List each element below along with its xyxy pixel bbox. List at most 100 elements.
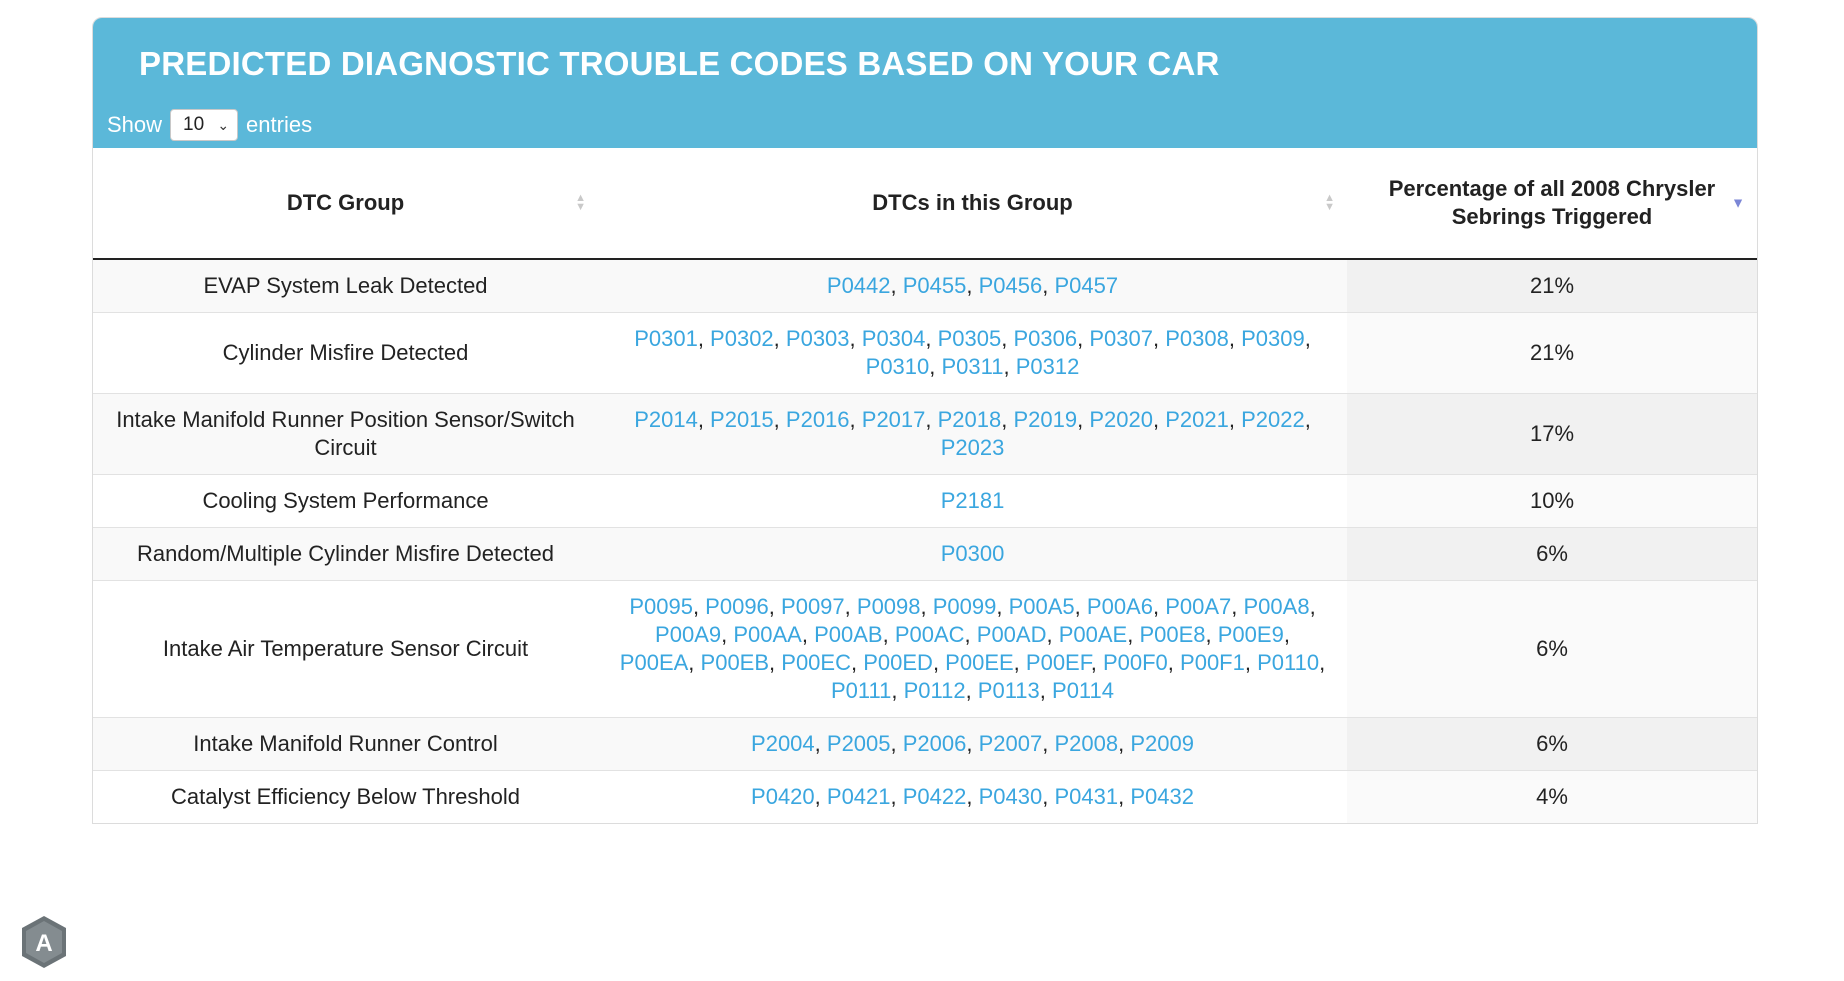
code-separator: , (1152, 594, 1166, 619)
percentage-cell: 17% (1347, 393, 1757, 475)
code-separator: , (920, 594, 933, 619)
dtc-code-link[interactable]: P00E9 (1218, 622, 1284, 647)
dtc-code-link[interactable]: P0098 (857, 594, 921, 619)
dtc-code-link[interactable]: P00EC (781, 650, 851, 675)
dtc-code-link[interactable]: P0302 (710, 326, 774, 351)
code-separator: , (966, 273, 979, 298)
column-header-dtc-group[interactable]: DTC Group ▲ ▼ (93, 148, 598, 260)
sort-both-icon: ▲ ▼ (575, 192, 586, 213)
dtc-code-link[interactable]: P00A6 (1087, 594, 1153, 619)
code-separator: , (966, 731, 979, 756)
percentage-cell: 6% (1347, 717, 1757, 771)
dtc-code-link[interactable]: P00AE (1059, 622, 1128, 647)
dtc-codes-cell: P0300 (598, 527, 1347, 581)
dtc-code-link[interactable]: P0307 (1089, 326, 1153, 351)
dtc-code-link[interactable]: P0306 (1013, 326, 1077, 351)
dtc-code-link[interactable]: P00EE (945, 650, 1014, 675)
code-separator: , (890, 784, 903, 809)
dtc-code-link[interactable]: P0432 (1130, 784, 1194, 809)
dtc-code-link[interactable]: P0300 (941, 541, 1005, 566)
dtc-code-link[interactable]: P0312 (1016, 354, 1080, 379)
dtc-code-link[interactable]: P0099 (933, 594, 997, 619)
dtc-code-link[interactable]: P2009 (1130, 731, 1194, 756)
dtc-codes-cell: P0442, P0455, P0456, P0457 (598, 258, 1347, 313)
code-separator: , (1001, 407, 1014, 432)
dtc-group-cell: Intake Manifold Runner Control (93, 717, 598, 771)
dtc-code-link[interactable]: P0112 (904, 678, 966, 703)
column-header-percentage[interactable]: Percentage of all 2008 Chrysler Sebrings… (1347, 148, 1757, 260)
column-header-dtcs[interactable]: DTCs in this Group ▲ ▼ (598, 148, 1347, 260)
code-separator: , (1003, 354, 1016, 379)
dtc-code-link[interactable]: P00A7 (1165, 594, 1231, 619)
dtc-code-link[interactable]: P2181 (941, 488, 1005, 513)
code-separator: , (697, 407, 711, 432)
dtc-code-link[interactable]: P0442 (827, 273, 891, 298)
dtc-code-link[interactable]: P00EA (620, 650, 689, 675)
dtc-code-link[interactable]: P0457 (1054, 273, 1118, 298)
dtc-code-link[interactable]: P0456 (979, 273, 1043, 298)
dtc-code-link[interactable]: P0114 (1052, 678, 1114, 703)
dtc-code-link[interactable]: P0097 (781, 594, 845, 619)
chevron-down-icon: ⌄ (217, 116, 230, 133)
dtc-code-link[interactable]: P0304 (862, 326, 926, 351)
dtc-code-link[interactable]: P00F1 (1180, 650, 1245, 675)
dtc-code-link[interactable]: P00AA (733, 622, 802, 647)
code-separator: , (890, 273, 903, 298)
dtc-code-link[interactable]: P2021 (1165, 407, 1229, 432)
dtc-code-link[interactable]: P0110 (1257, 650, 1319, 675)
dtc-code-link[interactable]: P0430 (979, 784, 1043, 809)
dtc-code-link[interactable]: P2016 (786, 407, 850, 432)
dtc-code-link[interactable]: P00A9 (655, 622, 721, 647)
dtc-code-link[interactable]: P2008 (1054, 731, 1118, 756)
dtc-code-link[interactable]: P2006 (903, 731, 967, 756)
dtc-code-link[interactable]: P0421 (827, 784, 891, 809)
dtc-code-link[interactable]: P2020 (1089, 407, 1153, 432)
dtc-code-link[interactable]: P00AD (977, 622, 1047, 647)
dtc-code-link[interactable]: P0301 (634, 326, 698, 351)
dtc-code-link[interactable]: P00AC (895, 622, 965, 647)
dtc-code-link[interactable]: P00A5 (1009, 594, 1075, 619)
dtc-code-link[interactable]: P00EF (1026, 650, 1091, 675)
dtc-code-link[interactable]: P0431 (1054, 784, 1118, 809)
dtc-code-link[interactable]: P0303 (786, 326, 850, 351)
dtc-code-link[interactable]: P2005 (827, 731, 891, 756)
dtc-code-link[interactable]: P00F0 (1103, 650, 1168, 675)
dtc-code-link[interactable]: P00EB (701, 650, 770, 675)
dtc-code-link[interactable]: P2004 (751, 731, 815, 756)
dtc-codes-cell: P0420, P0421, P0422, P0430, P0431, P0432 (598, 770, 1347, 823)
dtc-code-link[interactable]: P2019 (1013, 407, 1077, 432)
dtc-code-link[interactable]: P00ED (863, 650, 933, 675)
length-suffix: entries (246, 112, 313, 137)
dtc-code-link[interactable]: P2014 (634, 407, 698, 432)
dtc-code-link[interactable]: P2015 (710, 407, 774, 432)
dtc-code-link[interactable]: P0422 (903, 784, 967, 809)
dtc-code-link[interactable]: P0308 (1165, 326, 1229, 351)
code-separator: , (844, 594, 857, 619)
dtc-code-link[interactable]: P0095 (629, 594, 693, 619)
dtc-code-link[interactable]: P00A8 (1244, 594, 1310, 619)
dtc-code-link[interactable]: P0455 (903, 273, 967, 298)
dtc-code-link[interactable]: P2017 (862, 407, 926, 432)
dtc-code-link[interactable]: P2022 (1241, 407, 1305, 432)
dtc-code-link[interactable]: P0311 (942, 354, 1004, 379)
dtc-code-link[interactable]: P0096 (705, 594, 769, 619)
dtc-code-link[interactable]: P0111 (831, 678, 891, 703)
entries-select[interactable]: 10 ⌄ (170, 109, 239, 141)
dtc-codes-cell: P0095, P0096, P0097, P0098, P0099, P00A5… (598, 580, 1347, 718)
app-badge-icon[interactable]: A (19, 914, 69, 970)
dtc-code-link[interactable]: P2007 (979, 731, 1043, 756)
dtc-code-link[interactable]: P00E8 (1139, 622, 1205, 647)
dtc-group-cell: Cylinder Misfire Detected (93, 312, 598, 394)
dtc-code-link[interactable]: P00AB (814, 622, 883, 647)
percentage-cell: 6% (1347, 527, 1757, 581)
dtc-code-link[interactable]: P0113 (978, 678, 1040, 703)
dtc-code-link[interactable]: P0420 (751, 784, 815, 809)
badge-letter: A (35, 930, 52, 957)
dtc-group-cell: Intake Air Temperature Sensor Circuit (93, 580, 598, 718)
dtc-code-link[interactable]: P0309 (1241, 326, 1305, 351)
dtc-code-link[interactable]: P2018 (938, 407, 1002, 432)
dtc-code-link[interactable]: P0310 (866, 354, 930, 379)
dtc-code-link[interactable]: P0305 (938, 326, 1002, 351)
dtc-code-link[interactable]: P2023 (941, 435, 1005, 460)
code-separator: , (996, 594, 1009, 619)
